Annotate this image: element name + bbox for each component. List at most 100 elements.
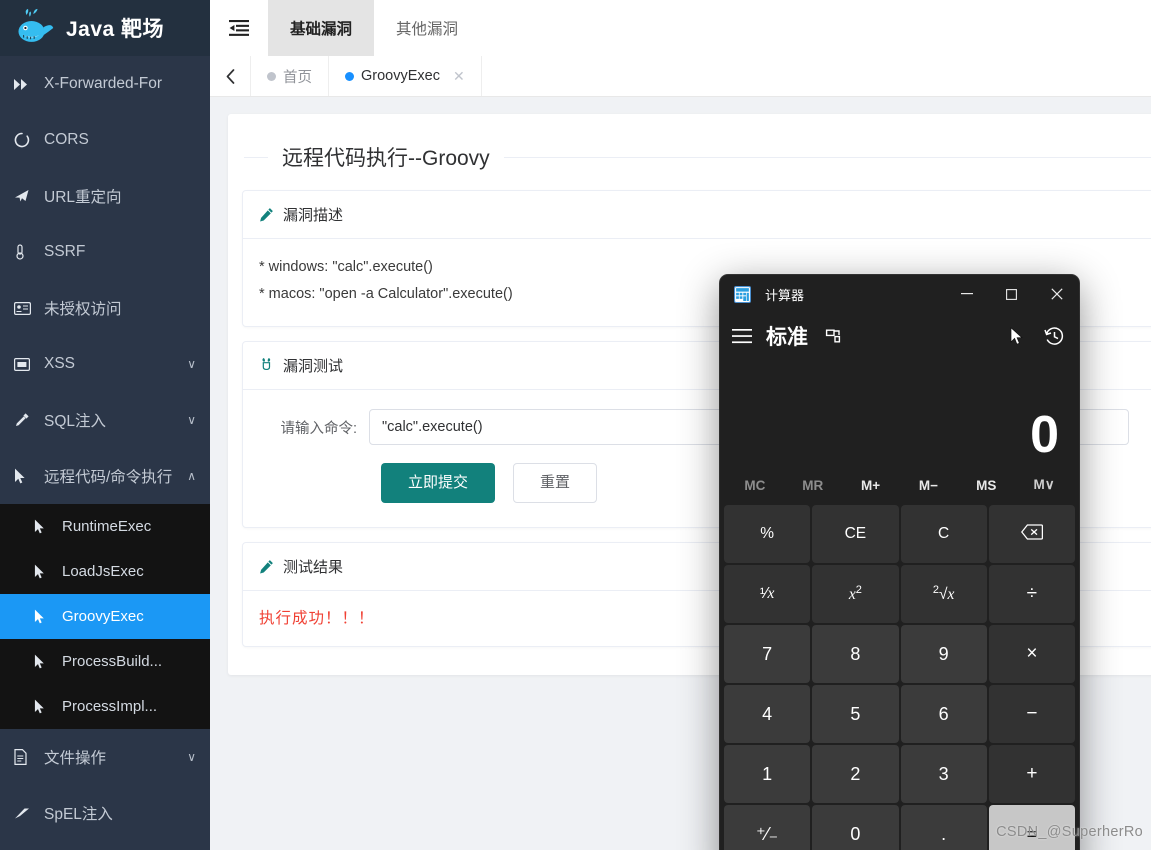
cursor-arrow-icon [34, 519, 56, 534]
title-rule-right [503, 156, 1151, 158]
tab-other-vulns[interactable]: 其他漏洞 [374, 0, 480, 56]
maximize-button[interactable] [989, 275, 1034, 313]
key-add[interactable]: + [988, 745, 1075, 803]
sidebar-item-label: XSS [44, 355, 76, 372]
sidebar-item-rce[interactable]: 远程代码/命令执行 ∧ [0, 448, 210, 504]
pen-icon [259, 559, 274, 574]
keep-on-top-icon[interactable] [824, 327, 842, 345]
chevron-down-icon: ∨ [187, 357, 196, 371]
page-tab-label: 首页 [283, 69, 312, 86]
tab-label: 基础漏洞 [290, 21, 353, 38]
submit-button[interactable]: 立即提交 [381, 463, 496, 503]
brand-header: Java 靶场 [0, 0, 210, 56]
window-icon [14, 357, 38, 371]
panel-title: 漏洞测试 [283, 358, 344, 375]
key-reciprocal[interactable]: ¹⁄x [724, 565, 811, 623]
mouse-cursor-icon [1010, 326, 1024, 346]
key-percent[interactable]: % [724, 505, 811, 563]
reset-button[interactable]: 重置 [513, 463, 598, 503]
sidebar-item-groovyexec[interactable]: GroovyExec [0, 594, 210, 639]
calculator-window[interactable]: 计算器 标准 0 MC MR M+ M− MS M∨ % CE C ¹⁄x x2… [720, 275, 1079, 850]
memory-subtract-button[interactable]: M− [899, 478, 957, 493]
tab-status-dot [345, 71, 354, 81]
sidebar-item-file-operations[interactable]: 文件操作 ∨ [0, 729, 210, 785]
calculator-memory-row: MC MR M+ M− MS M∨ [720, 467, 1079, 503]
memory-list-button[interactable]: M∨ [1015, 477, 1073, 493]
key-square-root[interactable]: 2√x [900, 565, 987, 623]
sidebar-item-label: SSRF [44, 243, 86, 260]
minimize-button[interactable] [944, 275, 989, 313]
key-multiply[interactable]: × [988, 625, 1075, 683]
key-7[interactable]: 7 [724, 625, 811, 683]
key-clear-entry[interactable]: CE [812, 505, 899, 563]
topbar: 基础漏洞 其他漏洞 [210, 0, 1151, 56]
sidebar-item-sql-injection[interactable]: SQL注入 ∨ [0, 392, 210, 448]
memory-store-button[interactable]: MS [957, 478, 1015, 493]
sidebar-item-unauthorized-access[interactable]: 未授权访问 [0, 280, 210, 336]
key-equals[interactable]: = [988, 805, 1075, 850]
calculator-display: 0 [720, 359, 1079, 467]
sidebar-subitem-label: ProcessImpl... [62, 698, 158, 715]
tab-label: 其他漏洞 [396, 21, 459, 38]
key-divide[interactable]: ÷ [988, 565, 1075, 623]
sidebar-item-loadjsexec[interactable]: LoadJsExec [0, 549, 210, 594]
sidebar-item-xss[interactable]: XSS ∨ [0, 336, 210, 392]
collapse-menu-icon[interactable] [210, 0, 268, 56]
sidebar-item-url-redirect[interactable]: URL重定向 [0, 168, 210, 224]
key-1[interactable]: 1 [724, 745, 811, 803]
sidebar-item-x-forwarded-for[interactable]: X-Forwarded-For [0, 56, 210, 112]
page-tab-groovyexec[interactable]: GroovyExec ✕ [329, 56, 482, 96]
key-square[interactable]: x2 [812, 565, 899, 623]
backspace-icon [1020, 523, 1043, 545]
tab-status-dot [267, 71, 276, 81]
sidebar-subitem-label: RuntimeExec [62, 518, 152, 535]
page-tab-home[interactable]: 首页 [251, 56, 329, 96]
page-tab-label: GroovyExec [361, 68, 440, 84]
key-decimal[interactable]: . [900, 805, 987, 850]
id-card-icon [14, 301, 38, 315]
memory-add-button[interactable]: M+ [842, 478, 900, 493]
syringe-icon [14, 412, 38, 428]
key-9[interactable]: 9 [900, 625, 987, 683]
key-8[interactable]: 8 [812, 625, 899, 683]
sidebar-item-label: URL重定向 [44, 189, 122, 206]
key-4[interactable]: 4 [724, 685, 811, 743]
page-tabstrip: 首页 GroovyExec ✕ [210, 56, 1151, 97]
memory-clear-button[interactable]: MC [726, 478, 784, 493]
key-subtract[interactable]: − [988, 685, 1075, 743]
sidebar-item-spel-injection[interactable]: SpEL注入 [0, 785, 210, 841]
eraser-icon [14, 807, 38, 820]
key-backspace[interactable] [988, 505, 1075, 563]
sidebar-item-runtimeexec[interactable]: RuntimeExec [0, 504, 210, 549]
key-2[interactable]: 2 [812, 745, 899, 803]
close-button[interactable] [1034, 275, 1079, 313]
key-3[interactable]: 3 [900, 745, 987, 803]
sidebar-item-ssrf[interactable]: SSRF [0, 224, 210, 280]
key-0[interactable]: 0 [812, 805, 899, 850]
calculator-titlebar[interactable]: 计算器 [720, 275, 1079, 313]
cursor-arrow-icon [34, 699, 56, 714]
close-icon[interactable]: ✕ [453, 68, 465, 85]
sidebar-item-processbuilder[interactable]: ProcessBuild... [0, 639, 210, 684]
sidebar-item-processimpl[interactable]: ProcessImpl... [0, 684, 210, 729]
memory-recall-button[interactable]: MR [784, 478, 842, 493]
circle-loader-icon [14, 132, 38, 148]
calculator-modebar: 标准 [720, 313, 1079, 359]
key-sign-toggle[interactable]: ⁺⁄₋ [724, 805, 811, 850]
cursor-arrow-icon [34, 564, 56, 579]
sidebar-item-label: CORS [44, 131, 89, 148]
chevron-up-icon: ∧ [187, 469, 196, 483]
chevron-left-icon[interactable] [210, 56, 251, 96]
key-clear[interactable]: C [900, 505, 987, 563]
key-6[interactable]: 6 [900, 685, 987, 743]
sidebar: Java 靶场 X-Forwarded-For CORS URL重定向 SSRF… [0, 0, 210, 850]
tab-basic-vulns[interactable]: 基础漏洞 [268, 0, 375, 56]
file-icon [14, 749, 38, 765]
chevron-down-icon: ∨ [187, 413, 196, 427]
cursor-arrow-icon [34, 654, 56, 669]
hamburger-menu-icon[interactable] [732, 328, 752, 344]
sidebar-item-cors[interactable]: CORS [0, 112, 210, 168]
history-clock-icon[interactable] [1044, 326, 1065, 347]
panel-title: 测试结果 [283, 559, 344, 576]
key-5[interactable]: 5 [812, 685, 899, 743]
